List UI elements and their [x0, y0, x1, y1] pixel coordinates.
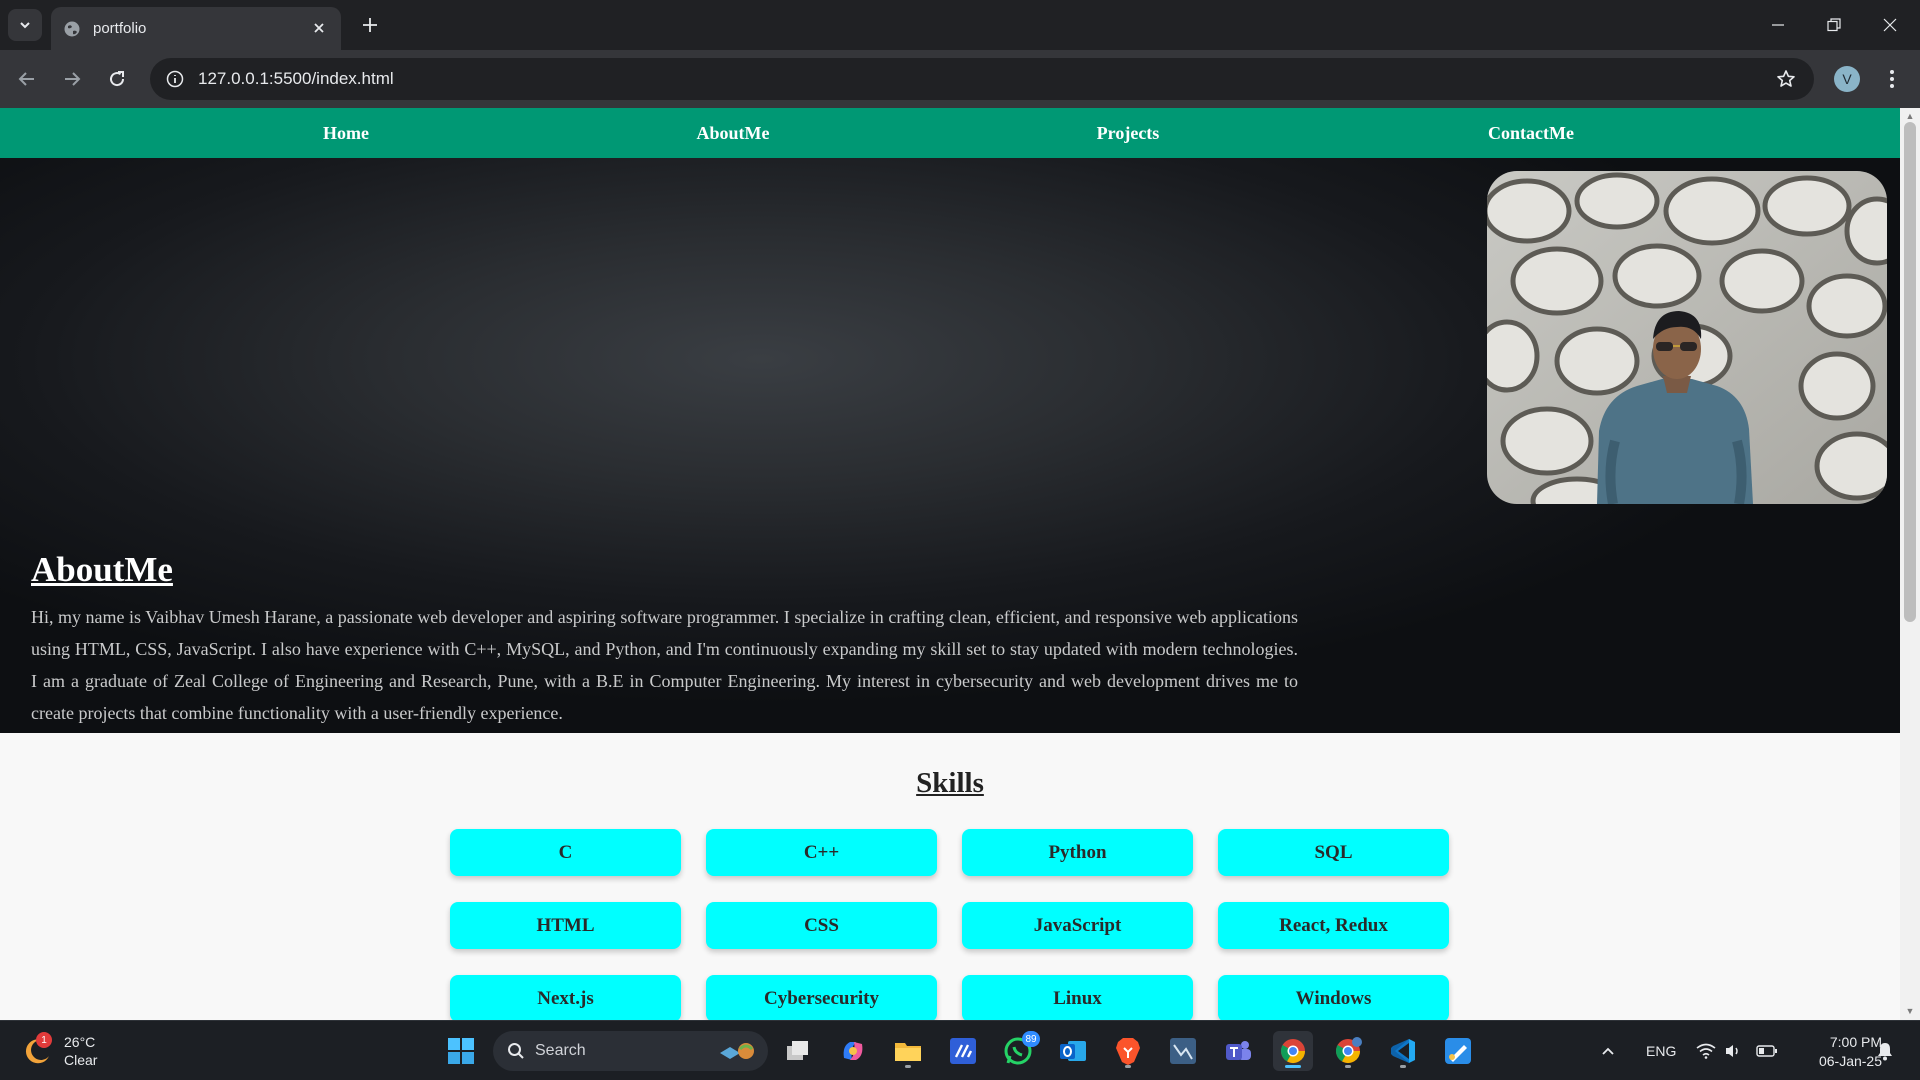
- start-button[interactable]: [441, 1031, 481, 1071]
- scroll-down-arrow-icon[interactable]: ▼: [1905, 1006, 1915, 1016]
- profile-photo: [1487, 171, 1887, 504]
- skill-card-python: Python: [962, 829, 1193, 876]
- arrow-left-icon: [18, 72, 34, 86]
- skill-card-css: CSS: [706, 902, 937, 949]
- show-hidden-icons-button[interactable]: [1600, 1021, 1616, 1080]
- weather-condition: Clear: [64, 1052, 98, 1068]
- whatsapp-unread-badge: 89: [1022, 1031, 1040, 1047]
- bookmark-star-icon[interactable]: [1774, 67, 1798, 91]
- mysql-workbench-icon[interactable]: [1163, 1031, 1203, 1071]
- scrollbar-thumb[interactable]: [1904, 122, 1916, 622]
- chevron-up-icon: [1602, 1047, 1614, 1055]
- running-indicator: [1400, 1065, 1406, 1068]
- reload-icon: [110, 71, 125, 87]
- close-icon: [314, 23, 324, 33]
- tab-title: portfolio: [93, 20, 147, 37]
- restore-button[interactable]: [1806, 0, 1862, 50]
- taskbar-search-box[interactable]: Search: [493, 1031, 768, 1071]
- search-highlight-icon: [720, 1043, 754, 1059]
- kebab-menu-icon: [1890, 70, 1894, 88]
- whatsapp-icon[interactable]: 89: [998, 1031, 1040, 1071]
- profile-avatar[interactable]: V: [1834, 66, 1860, 92]
- running-indicator: [905, 1065, 911, 1068]
- back-button[interactable]: [10, 62, 44, 96]
- chrome-profile-icon[interactable]: [1328, 1031, 1368, 1071]
- minimize-button[interactable]: [1750, 0, 1806, 50]
- url-text[interactable]: 127.0.0.1:5500/index.html: [198, 69, 1774, 89]
- nav-link-projects[interactable]: Projects: [1097, 108, 1160, 158]
- running-indicator: [1345, 1065, 1351, 1068]
- new-tab-button[interactable]: [355, 10, 385, 40]
- vscode-icon[interactable]: [1383, 1031, 1423, 1071]
- close-window-button[interactable]: [1862, 0, 1918, 50]
- system-clock[interactable]: 7:00 PM 06-Jan-25: [1792, 1033, 1882, 1071]
- weather-widget[interactable]: 1 26°C Clear: [22, 1031, 97, 1071]
- paint-app-icon[interactable]: [1438, 1031, 1478, 1071]
- about-paragraph: Hi, my name is Vaibhav Umesh Harane, a p…: [31, 607, 1298, 723]
- about-section: AboutMe Hi, my name is Vaibhav Umesh Har…: [0, 158, 1900, 733]
- search-label: Search: [535, 1042, 586, 1059]
- nav-link-home[interactable]: Home: [323, 108, 369, 158]
- search-icon: [508, 1043, 524, 1059]
- skill-card-windows: Windows: [1218, 975, 1449, 1020]
- restore-icon: [1827, 18, 1841, 32]
- browser-tab-strip: portfolio: [0, 0, 1920, 50]
- teams-icon[interactable]: [1218, 1031, 1258, 1071]
- active-indicator: [1285, 1065, 1301, 1068]
- battery-icon[interactable]: [1756, 1021, 1778, 1080]
- plus-icon: [363, 18, 377, 32]
- skills-heading: Skills: [916, 767, 984, 799]
- skill-card-sql: SQL: [1218, 829, 1449, 876]
- forward-button[interactable]: [55, 62, 89, 96]
- close-icon: [1883, 18, 1897, 32]
- browser-menu-button[interactable]: [1880, 63, 1904, 95]
- minimize-icon: [1772, 24, 1784, 26]
- about-heading: AboutMe: [31, 550, 173, 589]
- copilot-icon[interactable]: [833, 1031, 873, 1071]
- scroll-up-arrow-icon[interactable]: ▲: [1905, 111, 1915, 121]
- language-indicator[interactable]: ENG: [1646, 1021, 1676, 1080]
- skill-card-cybersecurity: Cybersecurity: [706, 975, 937, 1020]
- skill-card-react-redux: React, Redux: [1218, 902, 1449, 949]
- wifi-icon[interactable]: [1696, 1021, 1716, 1080]
- file-explorer-icon[interactable]: [888, 1031, 928, 1071]
- code-editor-icon[interactable]: [943, 1031, 983, 1071]
- arrow-right-icon: [65, 72, 81, 86]
- weather-badge: 1: [36, 1032, 52, 1048]
- skill-card-javascript: JavaScript: [962, 902, 1193, 949]
- chevron-down-icon: [20, 22, 30, 29]
- clock-date: 06-Jan-25: [1818, 1053, 1882, 1069]
- reload-button[interactable]: [100, 62, 134, 96]
- volume-icon[interactable]: [1724, 1021, 1742, 1080]
- chrome-icon[interactable]: [1273, 1031, 1313, 1071]
- running-indicator: [1125, 1065, 1131, 1068]
- page-scrollbar[interactable]: ▲ ▼: [1900, 108, 1920, 1020]
- weather-temperature: 26°C: [64, 1034, 96, 1050]
- nav-link-aboutme[interactable]: AboutMe: [697, 108, 770, 158]
- skill-card-nextjs: Next.js: [450, 975, 681, 1020]
- windows-logo-icon: [448, 1038, 474, 1064]
- page-viewport: Home AboutMe Projects ContactMe AboutMe …: [0, 108, 1900, 1020]
- site-navbar: Home AboutMe Projects ContactMe: [0, 108, 1900, 158]
- browser-toolbar: 127.0.0.1:5500/index.html: [0, 50, 1920, 108]
- browser-tab[interactable]: portfolio: [51, 7, 341, 50]
- brave-browser-icon[interactable]: [1108, 1031, 1148, 1071]
- globe-icon: [64, 21, 80, 36]
- address-bar[interactable]: 127.0.0.1:5500/index.html: [150, 58, 1814, 100]
- tab-search-button[interactable]: [8, 9, 42, 41]
- skill-card-c: C: [450, 829, 681, 876]
- site-info-icon[interactable]: [164, 68, 186, 90]
- task-view-icon[interactable]: [778, 1031, 818, 1071]
- nav-link-contactme[interactable]: ContactMe: [1488, 108, 1574, 158]
- skill-card-cpp: C++: [706, 829, 937, 876]
- notification-bell-icon[interactable]: [1876, 1021, 1894, 1080]
- clock-time: 7:00 PM: [1829, 1034, 1882, 1050]
- windows-taskbar: 1 26°C Clear Search 89 ENG 7:00 PM 06-Ja…: [0, 1020, 1920, 1080]
- skill-card-linux: Linux: [962, 975, 1193, 1020]
- moon-icon: 1: [22, 1032, 52, 1066]
- outlook-icon[interactable]: [1053, 1031, 1093, 1071]
- skill-card-html: HTML: [450, 902, 681, 949]
- tab-close-button[interactable]: [309, 18, 329, 39]
